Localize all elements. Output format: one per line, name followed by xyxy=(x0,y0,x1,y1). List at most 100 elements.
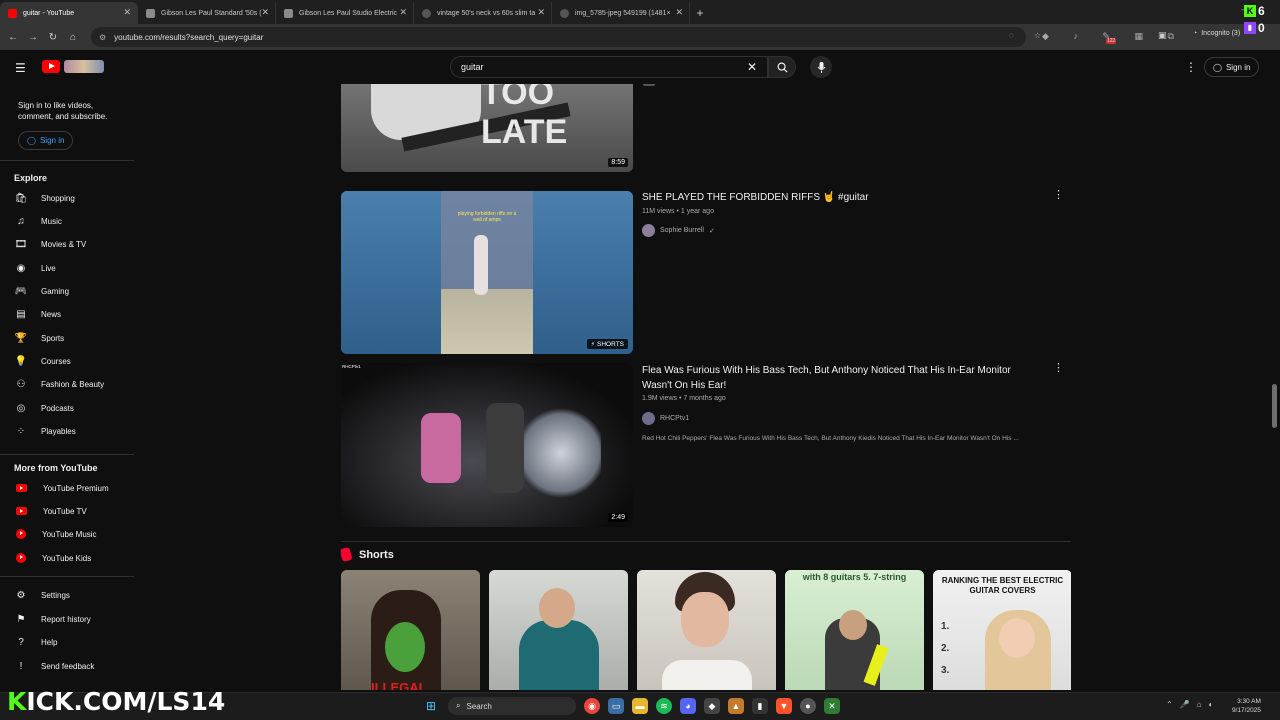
video-title[interactable]: Flea Was Furious With His Bass Tech, But… xyxy=(642,363,1042,393)
video-thumbnail[interactable]: RHCPtv1 2:49 xyxy=(341,363,633,527)
youtube-logo[interactable] xyxy=(42,60,104,73)
search-icon xyxy=(777,62,788,73)
short-card[interactable] xyxy=(637,570,776,690)
chrome-icon[interactable]: ◉ xyxy=(584,698,600,714)
site-favicon-icon xyxy=(146,8,155,18)
back-arrow-icon[interactable]: ← xyxy=(3,32,23,43)
tab-vintage-neck[interactable]: vintage 50's neck vs 60s slim ta ✕ xyxy=(414,2,552,24)
short-card[interactable]: with 8 guitars 5. 7-string xyxy=(785,570,924,690)
lightbulb-icon: 💡 xyxy=(14,355,28,367)
sidebar-item-label: YouTube Premium xyxy=(43,483,109,493)
video-thumbnail[interactable]: playing forbidden riffs on a wall of amp… xyxy=(341,191,633,354)
url-field[interactable]: ⚙ youtube.com/results?search_query=guita… xyxy=(91,27,1026,47)
sidebar-item-youtube-premium[interactable]: YouTube Premium xyxy=(14,479,132,497)
app-icon[interactable]: ▲ xyxy=(728,698,744,714)
spotify-icon[interactable]: ≋ xyxy=(656,698,672,714)
hanger-icon: ⚇ xyxy=(16,378,26,390)
brave-icon[interactable]: ▼ xyxy=(776,698,792,714)
close-icon[interactable]: ✕ xyxy=(537,7,545,18)
taskbar-clock[interactable]: 3:30 AM 9/17/2025 xyxy=(1232,697,1261,715)
sidebar-item-report-history[interactable]: ⚑ Report history xyxy=(14,610,132,628)
short-card[interactable] xyxy=(489,570,628,690)
system-tray-icons[interactable]: ⌃🎤⌂◐ xyxy=(1166,700,1220,709)
terminal-icon[interactable]: ▮ xyxy=(752,698,768,714)
sidebar-item-courses[interactable]: 💡 Courses xyxy=(14,352,132,370)
film-icon: 🎞 xyxy=(14,238,28,250)
sidebar-item-help[interactable]: ? Help xyxy=(14,633,132,651)
sidebar-sign-in-button[interactable]: ◯ Sign in xyxy=(18,131,74,150)
home-icon[interactable]: ⌂ xyxy=(63,32,83,43)
short-caption: ILLEGAL xyxy=(371,680,427,690)
sidebar-item-youtube-tv[interactable]: YouTube TV xyxy=(14,502,132,520)
tab-gibson-standard[interactable]: Gibson Les Paul Standard '50s ( ✕ xyxy=(138,2,276,24)
sidebar-item-youtube-music[interactable]: YouTube Music xyxy=(14,525,132,543)
app-icon[interactable]: ◆ xyxy=(704,698,720,714)
sidebar-item-movies-tv[interactable]: 🎞 Movies & TV xyxy=(14,235,132,253)
face-shape xyxy=(539,588,575,628)
incognito-indicator[interactable]: ◔ Incognito (3) xyxy=(1193,30,1240,37)
menu-icon[interactable]: ☰ xyxy=(15,61,26,75)
taskbar-search[interactable]: ⌕ Search xyxy=(448,697,576,715)
sidebar-item-shopping[interactable]: 🛍 Shopping xyxy=(14,189,132,207)
shorts-title: Shorts xyxy=(359,548,394,561)
sign-in-prompt: Sign in to like videos, comment, and sub… xyxy=(18,101,108,121)
windows-start-icon[interactable]: ⊞ xyxy=(426,699,436,713)
sidebar-item-podcasts[interactable]: ◎ Podcasts xyxy=(14,399,132,417)
youtube-kids-icon xyxy=(16,553,26,563)
account-icon: ◯ xyxy=(1213,62,1222,72)
video-title[interactable]: SHE PLAYED THE FORBIDDEN RIFFS 🤘 #guitar xyxy=(642,190,1042,205)
channel-link[interactable]: Sophie Burrell ✓ xyxy=(642,224,715,237)
side-panel-icon[interactable]: ▣ xyxy=(1158,30,1167,41)
sidebar-item-settings[interactable]: ⚙ Settings xyxy=(14,586,132,604)
sidebar-item-fashion-beauty[interactable]: ⚇ Fashion & Beauty xyxy=(14,375,132,393)
file-explorer-icon[interactable]: ▬ xyxy=(632,698,648,714)
close-icon[interactable]: ✕ xyxy=(399,7,407,18)
search-button[interactable] xyxy=(768,56,796,78)
sidebar-item-sports[interactable]: 🏆 Sports xyxy=(14,329,132,347)
live-icon: ◉ xyxy=(16,262,26,274)
task-view-icon[interactable]: ▭ xyxy=(608,698,624,714)
sidebar-item-music[interactable]: ♫ Music xyxy=(14,212,132,230)
video-thumbnail[interactable]: TOO LATE 8:59 xyxy=(341,84,633,172)
search-results: TOO LATE 8:59 playing forbidden riffs on… xyxy=(341,84,1071,690)
tab-youtube-guitar[interactable]: guitar - YouTube ✕ xyxy=(0,2,138,24)
video-menu-icon[interactable]: ⋮ xyxy=(1053,188,1064,201)
tab-image[interactable]: img_5785-jpeg 549199 (1481× ✕ xyxy=(552,2,690,24)
channel-link[interactable]: RHCPtv1 xyxy=(642,412,689,425)
short-card[interactable]: ILLEGAL xyxy=(341,570,480,690)
discord-icon[interactable]: ◕ xyxy=(680,698,696,714)
video-menu-icon[interactable]: ⋮ xyxy=(1053,361,1064,374)
shorts-shelf-heading: Shorts xyxy=(341,546,394,563)
channel-avatar xyxy=(642,412,655,425)
kick-logo-icon: K xyxy=(1244,4,1256,17)
tab-gibson-studio[interactable]: Gibson Les Paul Studio Electric ✕ xyxy=(276,2,414,24)
sidebar-item-news[interactable]: ▤ News xyxy=(14,305,132,323)
site-info-icon[interactable]: ⚙ xyxy=(99,33,106,42)
sidebar-item-playables[interactable]: ⁘ Playables xyxy=(14,422,132,440)
close-icon[interactable]: ✕ xyxy=(123,7,131,18)
reload-icon[interactable]: ↻ xyxy=(43,32,63,43)
more-options-icon[interactable]: ⋮ xyxy=(1185,60,1197,74)
video-meta: 1.9M views • 7 months ago xyxy=(642,395,726,402)
header-sign-in-button[interactable]: ◯ Sign in xyxy=(1204,57,1260,77)
voice-search-button[interactable] xyxy=(810,56,832,78)
obs-icon[interactable]: ● xyxy=(800,698,816,714)
excel-icon[interactable]: ✕ xyxy=(824,698,840,714)
sidebar-item-send-feedback[interactable]: ! Send feedback xyxy=(14,657,132,675)
tab-label: vintage 50's neck vs 60s slim ta xyxy=(437,9,536,17)
search-input[interactable]: guitar ✕ xyxy=(450,56,768,78)
forward-arrow-icon[interactable]: → xyxy=(23,32,43,43)
close-icon[interactable]: ✕ xyxy=(261,7,269,18)
person-shape xyxy=(519,620,599,690)
sidebar-item-gaming[interactable]: 🎮 Gaming xyxy=(14,282,132,300)
page-scrollbar[interactable] xyxy=(1272,384,1277,428)
clear-search-icon[interactable]: ✕ xyxy=(747,60,757,74)
sidebar-item-live[interactable]: ◉ Live xyxy=(14,259,132,277)
face-shape xyxy=(999,618,1035,658)
search-icon: ⌕ xyxy=(456,701,461,710)
new-tab-button[interactable]: + xyxy=(690,2,710,24)
shorts-badge: ⚡ SHORTS xyxy=(586,339,628,349)
close-icon[interactable]: ✕ xyxy=(675,7,683,18)
short-card[interactable]: RANKING THE BEST ELECTRIC GUITAR COVERS … xyxy=(933,570,1071,690)
sidebar-item-youtube-kids[interactable]: YouTube Kids xyxy=(14,549,132,567)
